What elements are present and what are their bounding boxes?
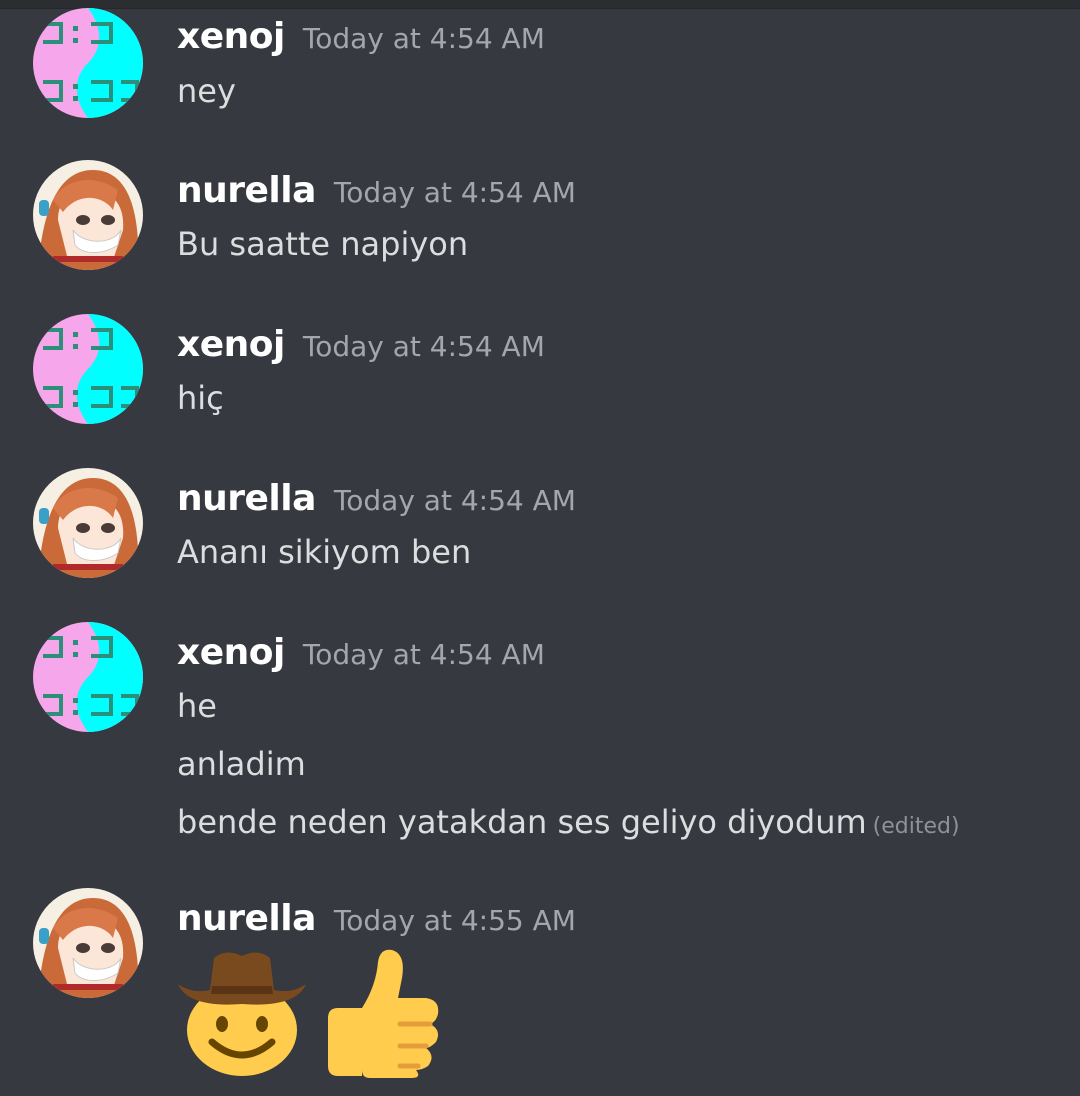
message-text: Bu saatte napiyon	[177, 225, 469, 263]
message-content: ney	[177, 62, 236, 120]
message-text: hiç	[177, 379, 224, 417]
digital-clock-avatar-icon	[33, 8, 143, 118]
timestamp[interactable]: Today at 4:54 AM	[334, 484, 576, 517]
username[interactable]: xenoj	[177, 632, 285, 673]
message-content: Ananı sikiyom ben	[177, 523, 471, 581]
anime-girl-avatar-icon	[33, 888, 143, 998]
username[interactable]: nurella	[177, 478, 316, 519]
avatar[interactable]	[33, 8, 143, 118]
message-header: nurella Today at 4:54 AM	[177, 170, 576, 211]
message-content: hiç	[177, 369, 224, 427]
message-content: he anladim bende neden yatakdan ses geli…	[177, 677, 960, 851]
timestamp[interactable]: Today at 4:54 AM	[334, 176, 576, 209]
thumbs-up-emoji-icon[interactable]	[318, 946, 442, 1078]
cowboy-face-emoji-icon[interactable]	[174, 946, 310, 1078]
timestamp[interactable]: Today at 4:54 AM	[303, 22, 545, 55]
message-text-edited: bende neden yatakdan ses geliyo diyodum(…	[177, 793, 960, 851]
avatar[interactable]	[33, 314, 143, 424]
timestamp[interactable]: Today at 4:55 AM	[334, 904, 576, 937]
message-header: xenoj Today at 4:54 AM	[177, 324, 545, 365]
avatar[interactable]	[33, 160, 143, 270]
avatar[interactable]	[33, 468, 143, 578]
chat-message-list: xenoj Today at 4:54 AM ney nurella Today a…	[0, 0, 1080, 1096]
message-header: nurella Today at 4:54 AM	[177, 478, 576, 519]
edited-label: (edited)	[872, 814, 960, 839]
username[interactable]: xenoj	[177, 16, 285, 57]
digital-clock-avatar-icon	[33, 314, 143, 424]
message-header: nurella Today at 4:55 AM	[177, 898, 576, 939]
username[interactable]: xenoj	[177, 324, 285, 365]
message-content: Bu saatte napiyon	[177, 215, 468, 273]
message-text: he	[177, 687, 217, 725]
message-text: Ananı sikiyom ben	[177, 533, 472, 571]
message-text: anladim	[177, 745, 306, 783]
username[interactable]: nurella	[177, 170, 316, 211]
message-emoji-content	[174, 946, 442, 1078]
message-text: bende neden yatakdan ses geliyo diyodum	[177, 803, 867, 841]
message-header: xenoj Today at 4:54 AM	[177, 632, 545, 673]
avatar[interactable]	[33, 622, 143, 732]
timestamp[interactable]: Today at 4:54 AM	[303, 638, 545, 671]
anime-girl-avatar-icon	[33, 468, 143, 578]
timestamp[interactable]: Today at 4:54 AM	[303, 330, 545, 363]
anime-girl-avatar-icon	[33, 160, 143, 270]
digital-clock-avatar-icon	[33, 622, 143, 732]
message-header: xenoj Today at 4:54 AM	[177, 16, 545, 57]
message-text: ney	[177, 72, 236, 110]
username[interactable]: nurella	[177, 898, 316, 939]
avatar[interactable]	[33, 888, 143, 998]
